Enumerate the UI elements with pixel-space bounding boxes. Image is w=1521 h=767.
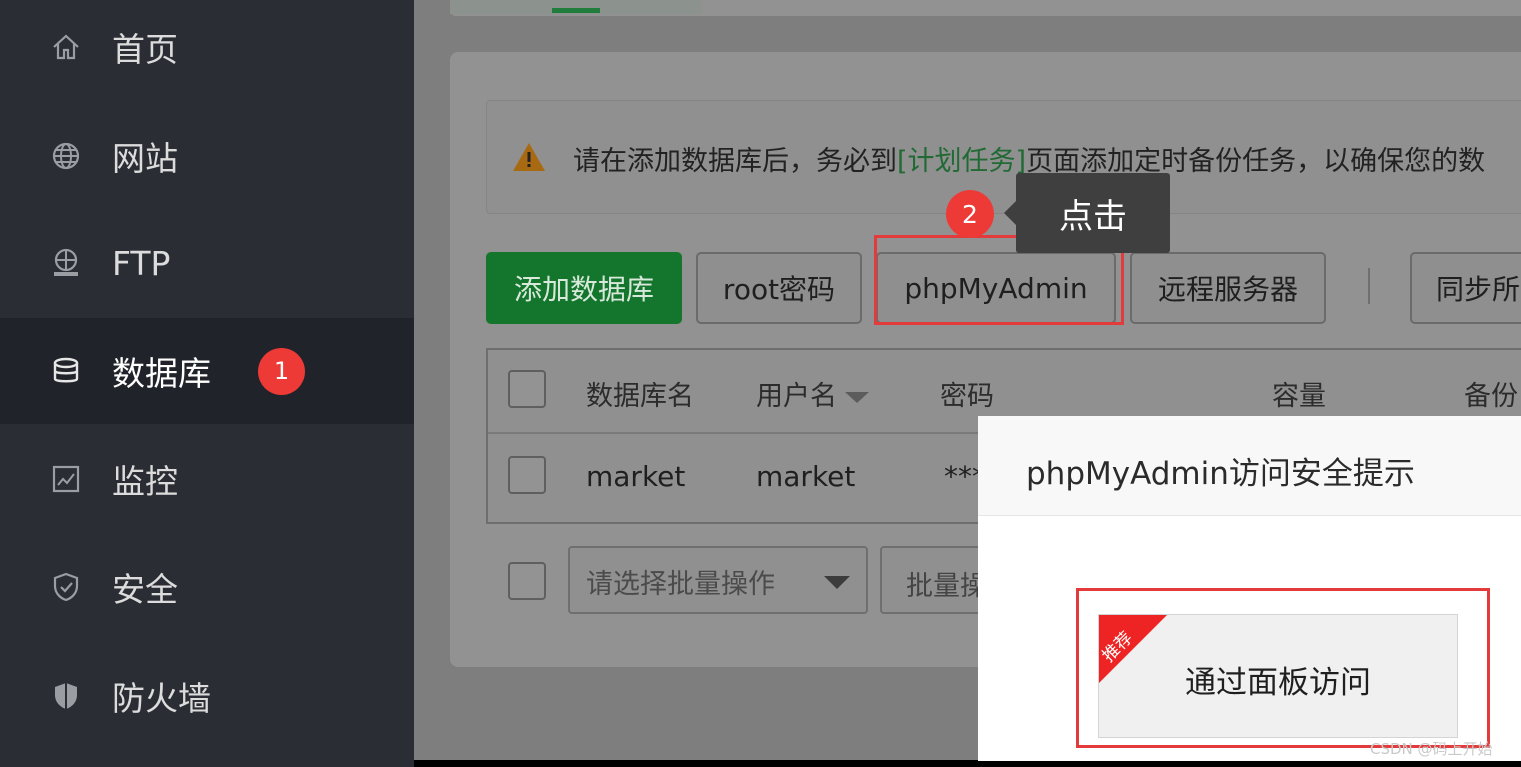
firewall-icon xyxy=(48,678,84,714)
col-backup: 备份 xyxy=(1464,381,1518,412)
col-username[interactable]: 用户名 xyxy=(756,374,869,413)
monitor-icon xyxy=(48,461,84,497)
sidebar-item-label: FTP xyxy=(112,243,171,283)
row-db-name: market xyxy=(586,460,686,493)
sync-button[interactable]: 同步所 xyxy=(1410,252,1521,324)
row-username: market xyxy=(756,460,856,493)
dialog-header: phpMyAdmin访问安全提示 xyxy=(978,416,1521,516)
dialog-title: phpMyAdmin访问安全提示 xyxy=(1026,456,1415,492)
sidebar-item-website[interactable]: 网站 xyxy=(0,103,414,209)
tab-active-indicator xyxy=(552,8,600,13)
sidebar-item-label: 监控 xyxy=(112,462,178,501)
sidebar-item-label: 安全 xyxy=(112,570,178,609)
phpmyadmin-security-dialog: phpMyAdmin访问安全提示 推荐 通过面板访问 xyxy=(978,416,1521,761)
bulk-action-placeholder: 请选择批量操作 xyxy=(586,569,775,600)
sidebar-item-label: 网站 xyxy=(112,139,178,178)
home-icon xyxy=(48,29,84,65)
database-icon xyxy=(48,353,84,389)
sort-caret-icon xyxy=(845,392,869,403)
sidebar-item-security[interactable]: 安全 xyxy=(0,534,414,640)
top-tab-bar xyxy=(450,0,1521,16)
notice-text-before: 请在添加数据库后，务必到 xyxy=(573,146,897,177)
click-tooltip: 点击 xyxy=(1004,173,1170,253)
col-password: 密码 xyxy=(940,381,994,412)
sidebar: 首页 网站 FTP 数据库 1 监控 安全 防火墙 xyxy=(0,0,414,767)
watermark: CSDN @码上开始 xyxy=(1370,740,1493,758)
scheduled-task-link[interactable]: [计划任务] xyxy=(897,146,1026,177)
col-capacity: 容量 xyxy=(1272,381,1326,412)
add-database-button[interactable]: 添加数据库 xyxy=(486,252,682,324)
bottom-strip xyxy=(414,760,978,767)
phpmyadmin-button[interactable]: phpMyAdmin xyxy=(876,252,1116,324)
access-via-panel-label: 通过面板访问 xyxy=(1185,665,1371,701)
root-password-button[interactable]: root密码 xyxy=(696,252,862,324)
bulk-select-checkbox[interactable] xyxy=(508,562,546,600)
select-all-checkbox[interactable] xyxy=(508,370,546,408)
backup-notice: 请在添加数据库后，务必到[计划任务]页面添加定时备份任务，以确保您的数 xyxy=(486,100,1521,214)
col-db-name[interactable]: 数据库名 xyxy=(586,374,694,413)
globe-icon xyxy=(48,138,84,174)
sidebar-item-label: 数据库 xyxy=(112,354,211,393)
remote-server-button[interactable]: 远程服务器 xyxy=(1130,252,1326,324)
toolbar-divider xyxy=(1368,268,1370,304)
sidebar-item-home[interactable]: 首页 xyxy=(0,0,414,100)
sidebar-item-ftp[interactable]: FTP xyxy=(0,210,414,316)
bulk-action-button-label: 批量操 xyxy=(906,571,987,602)
step-1-badge: 1 xyxy=(258,347,305,395)
step-2-badge: 2 xyxy=(946,190,994,238)
access-via-panel-button[interactable]: 推荐 通过面板访问 xyxy=(1098,614,1458,738)
sidebar-item-label: 首页 xyxy=(112,30,178,69)
col-username-label: 用户名 xyxy=(756,381,837,412)
bulk-action-select[interactable]: 请选择批量操作 xyxy=(568,546,868,614)
chevron-down-icon xyxy=(824,576,850,589)
warning-icon xyxy=(511,141,547,177)
shield-icon xyxy=(48,569,84,605)
ftp-icon xyxy=(48,245,84,281)
sidebar-item-monitor[interactable]: 监控 xyxy=(0,426,414,532)
sidebar-item-database[interactable]: 数据库 1 xyxy=(0,318,414,424)
row-checkbox[interactable] xyxy=(508,456,546,494)
sidebar-item-firewall[interactable]: 防火墙 xyxy=(0,643,414,749)
sidebar-item-label: 防火墙 xyxy=(112,679,211,718)
